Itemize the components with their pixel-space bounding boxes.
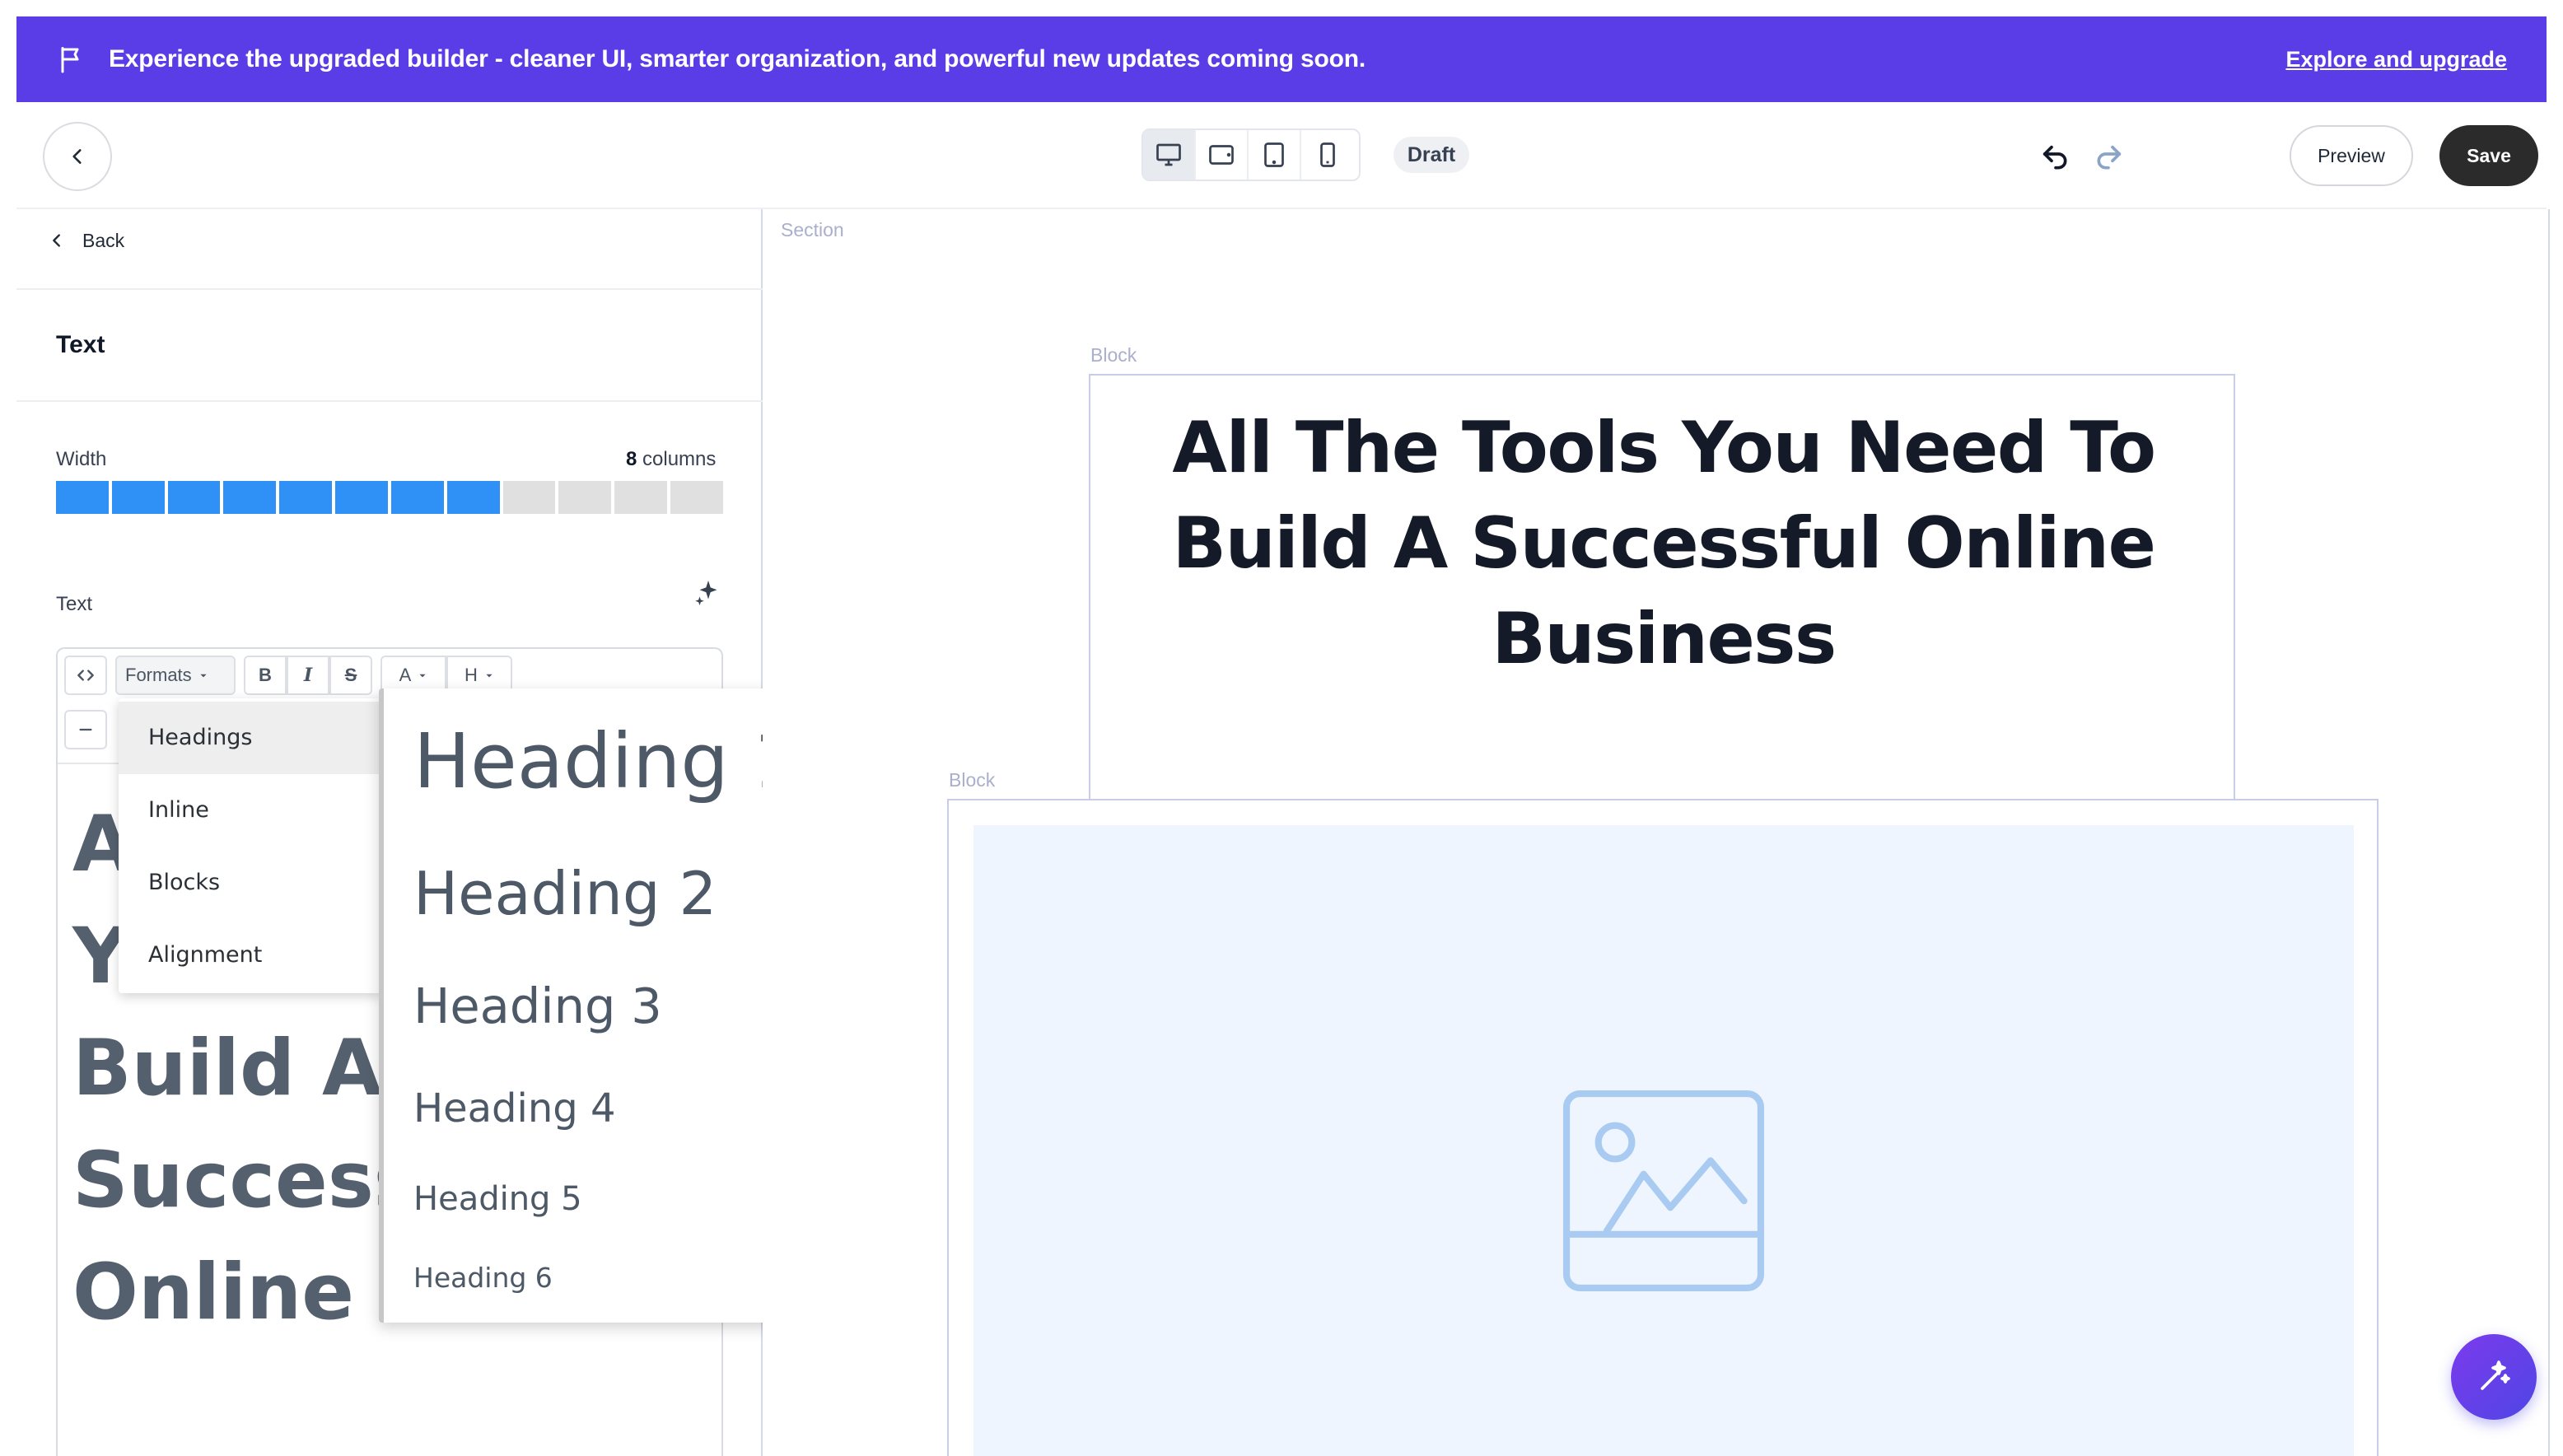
formats-menu-item-headings[interactable]: Headings xyxy=(119,702,382,774)
column-segment[interactable] xyxy=(335,481,388,514)
status-badge: Draft xyxy=(1394,137,1469,173)
menu-item-label: Alignment xyxy=(148,942,263,968)
heading-5-option[interactable]: Heading 5 xyxy=(413,1176,582,1222)
italic-button[interactable]: I xyxy=(287,656,329,695)
editor-toolbar-row-2 xyxy=(64,710,107,749)
width-value: 8 columns xyxy=(626,448,716,471)
mobile-icon xyxy=(1320,142,1335,167)
redo-icon[interactable] xyxy=(2092,142,2125,175)
panel-back-label: Back xyxy=(82,229,125,251)
block-label: Block xyxy=(1090,344,1137,366)
image-block[interactable] xyxy=(947,799,2379,1456)
explore-upgrade-link[interactable]: Explore and upgrade xyxy=(2285,16,2507,102)
device-switcher xyxy=(1141,128,1361,181)
column-width-selector[interactable] xyxy=(56,481,723,514)
panel-title: Text xyxy=(56,331,105,358)
tablet-landscape-view-button[interactable] xyxy=(1196,130,1249,180)
font-color-label: A xyxy=(399,665,412,685)
mobile-view-button[interactable] xyxy=(1301,130,1354,180)
column-segment[interactable] xyxy=(56,481,109,514)
column-segment[interactable] xyxy=(279,481,333,514)
upgrade-banner: Experience the upgraded builder - cleane… xyxy=(16,16,2547,102)
tablet-portrait-view-button[interactable] xyxy=(1249,130,1301,180)
ai-assistant-button[interactable] xyxy=(2451,1334,2537,1420)
banner-message: Experience the upgraded builder - cleane… xyxy=(109,45,1366,72)
column-segment[interactable] xyxy=(167,481,221,514)
caret-down-icon xyxy=(419,674,426,678)
panel-back-link[interactable]: Back xyxy=(48,222,124,259)
menu-item-label: Inline xyxy=(148,797,209,823)
column-segment[interactable] xyxy=(502,481,556,514)
formats-menu-item-inline[interactable]: Inline xyxy=(119,774,382,847)
source-code-button[interactable] xyxy=(64,656,107,695)
column-segment[interactable] xyxy=(670,481,723,514)
heading-4-option[interactable]: Heading 4 xyxy=(413,1082,616,1135)
heading-3-option[interactable]: Heading 3 xyxy=(413,975,662,1038)
divider xyxy=(16,288,763,290)
heading-label: H xyxy=(465,665,478,685)
desktop-view-button[interactable] xyxy=(1143,130,1196,180)
chevron-left-icon xyxy=(53,234,60,247)
headings-submenu: Heading 1 Heading 2 Heading 3 Heading 4 … xyxy=(379,688,814,1323)
caret-down-icon xyxy=(486,674,493,678)
width-label: Width xyxy=(56,448,107,470)
formats-menu: Headings Inline Blocks Alignment xyxy=(119,698,382,993)
magic-wand-icon xyxy=(2481,1360,2510,1390)
back-button[interactable] xyxy=(43,122,112,191)
tablet-landscape-icon xyxy=(1209,145,1234,165)
menu-item-label: Headings xyxy=(148,725,253,750)
column-segment[interactable] xyxy=(390,481,444,514)
column-segment[interactable] xyxy=(558,481,612,514)
top-toolbar: Draft Preview Save xyxy=(16,102,2547,209)
inline-format-group: B I S xyxy=(244,656,372,695)
column-segment[interactable] xyxy=(446,481,500,514)
width-columns-count: 8 xyxy=(626,448,637,470)
heading-1-option[interactable]: Heading 1 xyxy=(413,716,801,807)
section-label: Section xyxy=(781,219,844,240)
code-icon xyxy=(77,670,94,681)
column-segment[interactable] xyxy=(111,481,165,514)
text-label: Text xyxy=(56,593,93,615)
column-segment[interactable] xyxy=(614,481,668,514)
image-icon xyxy=(1563,1090,1764,1291)
text-block[interactable]: All The Tools You Need To Build A Succes… xyxy=(1089,374,2235,800)
strikethrough-button[interactable]: S xyxy=(329,656,372,695)
image-placeholder[interactable] xyxy=(973,825,2354,1456)
page-canvas: Section Block All The Tools You Need To … xyxy=(763,209,2563,1456)
menu-item-label: Blocks xyxy=(148,870,221,895)
chevron-left-icon xyxy=(72,149,82,164)
block-label: Block xyxy=(949,769,996,791)
horizontal-rule-button[interactable] xyxy=(64,710,107,749)
minus-icon xyxy=(79,728,92,731)
save-button[interactable]: Save xyxy=(2439,125,2538,186)
desktop-icon xyxy=(1156,143,1181,166)
formats-label: Formats xyxy=(125,665,192,685)
undo-icon[interactable] xyxy=(2039,142,2072,175)
caret-down-icon xyxy=(200,674,207,678)
formats-menu-item-blocks[interactable]: Blocks xyxy=(119,847,382,919)
hero-title: All The Tools You Need To Build A Succes… xyxy=(1172,407,2156,680)
ai-sparkle-icon[interactable] xyxy=(693,578,723,608)
heading-6-option[interactable]: Heading 6 xyxy=(413,1258,553,1298)
width-columns-unit: columns xyxy=(642,448,717,470)
flag-icon xyxy=(61,47,79,73)
preview-button[interactable]: Preview xyxy=(2290,125,2413,186)
section-frame[interactable]: Section Block All The Tools You Need To … xyxy=(763,209,2550,1456)
tablet-portrait-icon xyxy=(1264,142,1284,167)
formats-dropdown[interactable]: Formats xyxy=(115,656,236,695)
column-segment[interactable] xyxy=(223,481,277,514)
formats-menu-item-alignment[interactable]: Alignment xyxy=(119,919,382,992)
heading-2-option[interactable]: Heading 2 xyxy=(413,856,717,931)
divider xyxy=(16,400,763,402)
bold-button[interactable]: B xyxy=(244,656,287,695)
